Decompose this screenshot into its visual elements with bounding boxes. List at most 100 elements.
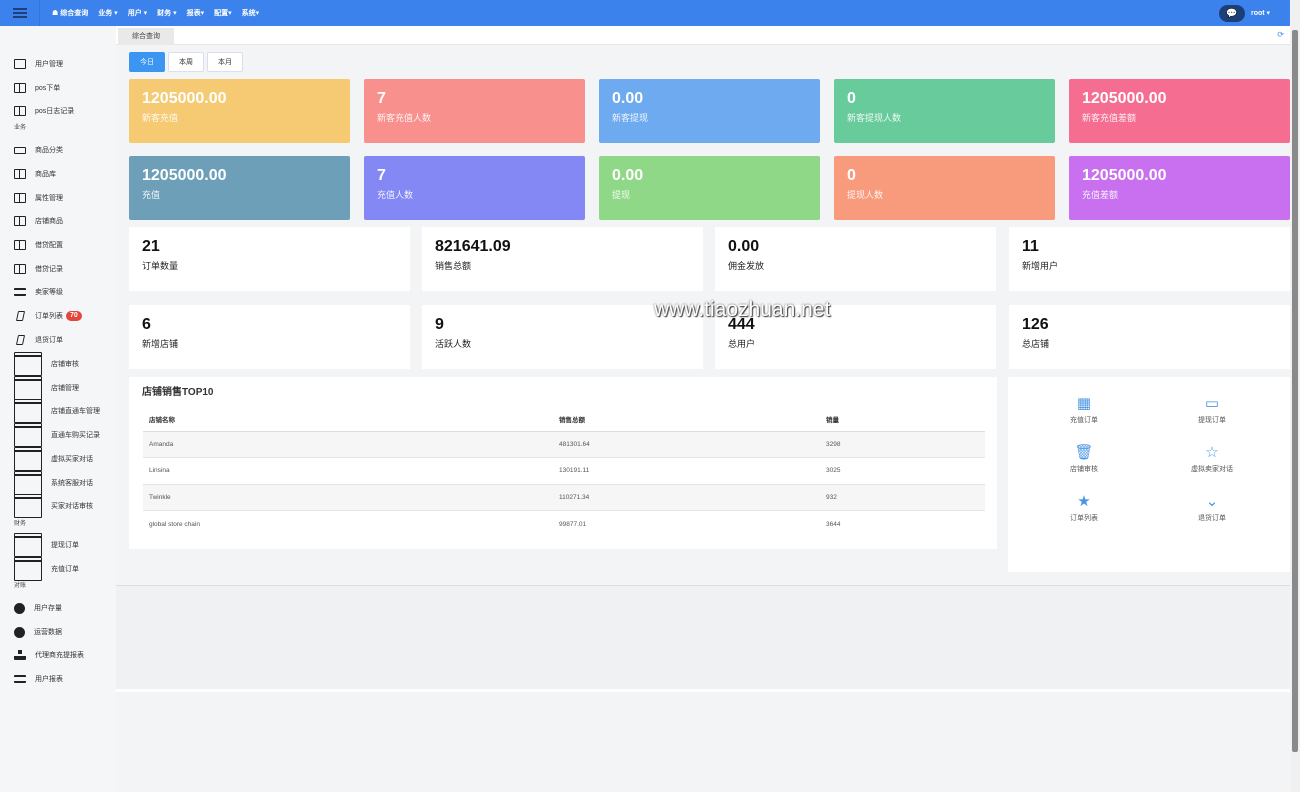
sidebar-item[interactable]: 商品分类 [14, 143, 63, 157]
tab-overview[interactable]: 综合查询 [118, 28, 174, 45]
sidebar-item[interactable]: 系统客服对话 [14, 471, 93, 495]
stat-value: 0 [847, 167, 856, 184]
sidebar-item-label: 运营数据 [34, 629, 62, 636]
stat-card: 1205000.00 新客充值 [129, 79, 350, 143]
stat-card: 11 新增用户 [1009, 227, 1290, 291]
sidebar-item-label: 店铺管理 [51, 385, 79, 392]
stat-label: 新客充值差额 [1082, 113, 1137, 123]
stat-label: 新客提现人数 [847, 113, 902, 123]
quick-link-label: 虚拟卖家对话 [1191, 466, 1233, 473]
filter-today[interactable]: 今日 [129, 52, 165, 72]
sidebar-item[interactable]: 店铺审核 [14, 352, 79, 376]
sidebar-item-label: 卖家等级 [35, 289, 63, 296]
quick-link-label: 订单列表 [1070, 515, 1098, 522]
star-icon: ★ [1077, 493, 1091, 510]
book-icon [14, 169, 26, 179]
sidebar-item[interactable]: 借贷配置 [14, 238, 63, 252]
table-cell: Twinkle [143, 484, 553, 511]
stat-label: 充值 [142, 190, 161, 200]
sidebar-item[interactable]: pos下单 [14, 81, 60, 95]
sidebar-item[interactable]: 店铺直通车管理 [14, 399, 100, 423]
sidebar-item[interactable]: 用户报表 [14, 672, 63, 686]
sidebar-item[interactable]: 店铺管理 [14, 376, 79, 400]
stat-value: 0.00 [612, 90, 644, 107]
nav-business[interactable]: 业务 ▾ [98, 8, 117, 18]
stat-value: 0.00 [728, 238, 760, 255]
top10-table: 店铺名称 销售总额 销量 Amanda 481301.64 3298 Linsina 1… [143, 408, 985, 537]
scrollbar[interactable] [1291, 0, 1300, 792]
table-cell: 110271.34 [553, 484, 820, 511]
quick-link[interactable]: ★ 订单列表 [1020, 493, 1148, 523]
sidebar-item[interactable]: 代理商充提报表 [14, 648, 84, 662]
sidebar-item[interactable]: 用户存量 [14, 601, 62, 615]
quick-link[interactable]: ▭ 提现订单 [1148, 395, 1276, 425]
sidebar-item[interactable]: 运营数据 [14, 625, 62, 639]
stat-card: 126 总店铺 [1009, 305, 1290, 369]
stat-card: 7 充值人数 [364, 156, 585, 220]
stat-label: 订单数量 [142, 261, 179, 271]
nav-finance[interactable]: 财务 ▾ [157, 8, 176, 18]
sidebar-item-label: 店铺直通车管理 [51, 408, 100, 415]
top-nav: ☗ 综合查询 业务 ▾ 用户 ▾ 财务 ▾ 报表▾ 配置▾ 系统▾ [52, 0, 259, 26]
comments-icon[interactable]: 💬 [1219, 5, 1245, 22]
stat-card: 21 订单数量 [129, 227, 410, 291]
qrcode-icon: ▦ [1076, 395, 1092, 412]
card-icon [14, 352, 42, 376]
card-icon [14, 423, 42, 447]
stat-value: 1205000.00 [1082, 167, 1167, 184]
file-icon [14, 59, 26, 69]
sidebar-item[interactable]: 用户管理 [14, 57, 63, 71]
stat-card: 0 提现人数 [834, 156, 1055, 220]
card-icon [14, 533, 42, 557]
sidebar-item-label: 订单列表 [35, 313, 63, 320]
book-icon [14, 83, 26, 93]
table-cell: Linsina [143, 457, 553, 485]
quick-link-label: 提现订单 [1198, 417, 1226, 424]
sidebar-item[interactable]: 买家对话审核 [14, 494, 93, 518]
sidebar-item[interactable]: 充值订单 [14, 557, 79, 581]
sidebar-item[interactable]: 订单列表 70 [14, 309, 82, 323]
quick-link[interactable]: 🗑 店铺审核 [1020, 444, 1148, 474]
sidebar-item[interactable]: 卖家等级 [14, 285, 63, 299]
sidebar-item[interactable]: 属性管理 [14, 191, 63, 205]
count-badge: 70 [66, 311, 82, 321]
sitemap-icon [14, 650, 26, 660]
stat-card: 821641.09 销售总额 [422, 227, 703, 291]
sidebar-section-label: 业务 [14, 125, 27, 131]
nav-report[interactable]: 报表▾ [187, 8, 205, 18]
stat-card: 0.00 佣金发放 [715, 227, 996, 291]
card-icon [14, 471, 42, 495]
sidebar-item-label: 买家对话审核 [51, 503, 93, 510]
quick-link[interactable]: ⌄ 退货订单 [1148, 493, 1276, 523]
refresh-icon[interactable]: ⟳ [1277, 30, 1284, 39]
stat-card: 1205000.00 充值 [129, 156, 350, 220]
sidebar-item[interactable]: 商品库 [14, 167, 56, 181]
book-icon [14, 193, 26, 203]
tablet-icon [15, 335, 26, 345]
filter-week[interactable]: 本周 [168, 52, 204, 72]
sidebar-item[interactable]: 直通车购买记录 [14, 423, 100, 447]
quick-link[interactable]: ☆ 虚拟卖家对话 [1148, 444, 1276, 474]
stat-label: 活跃人数 [435, 339, 472, 349]
sidebar-item[interactable]: 提现订单 [14, 533, 79, 557]
nav-user[interactable]: 用户 ▾ [128, 8, 147, 18]
stat-value: 0 [847, 90, 856, 107]
quick-link[interactable]: ▦ 充值订单 [1020, 395, 1148, 425]
sidebar-item[interactable]: pos日志记录 [14, 104, 74, 118]
sidebar-item[interactable]: 店铺商品 [14, 214, 63, 228]
sidebar-item[interactable]: 借贷记录 [14, 262, 63, 276]
sidebar-item[interactable]: 退货订单 [14, 333, 63, 347]
nav-config[interactable]: 配置▾ [214, 8, 232, 18]
menu-toggle-icon[interactable] [0, 0, 40, 26]
card-icon [14, 399, 42, 423]
stat-value: 9 [435, 316, 444, 333]
stat-value: 7 [377, 90, 386, 107]
sidebar-item[interactable]: 虚拟买家对话 [14, 447, 93, 471]
stat-label: 新客提现 [612, 113, 649, 123]
top10-panel: 店铺销售TOP10 店铺名称 销售总额 销量 Amanda 481301.64 32… [129, 377, 997, 549]
stat-label: 销售总额 [435, 261, 472, 271]
nav-home[interactable]: ☗ 综合查询 [52, 8, 88, 18]
filter-month[interactable]: 本月 [207, 52, 243, 72]
user-menu[interactable]: root ▾ [1251, 9, 1270, 17]
nav-system[interactable]: 系统▾ [242, 8, 260, 18]
